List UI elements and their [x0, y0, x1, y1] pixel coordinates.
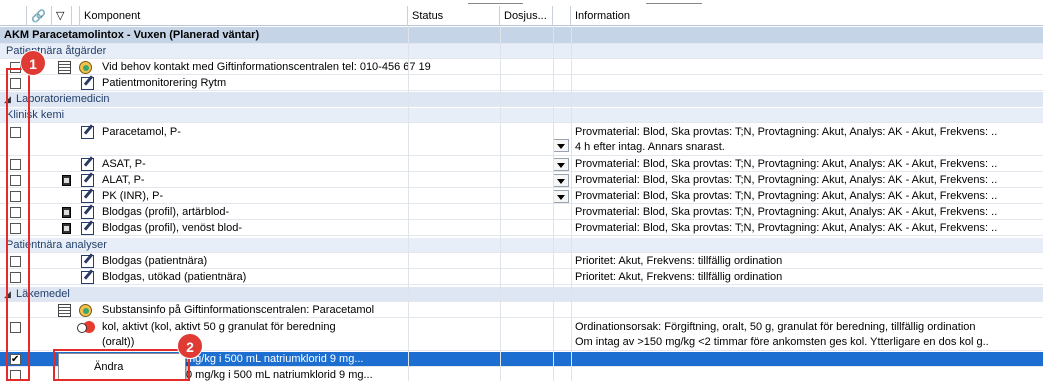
document-icon	[62, 175, 71, 186]
row-info: Ordinationsorsak: Förgiftning, oralt, 50…	[575, 320, 1043, 350]
section-patientnara-analyser[interactable]: Patientnära analyser	[0, 238, 1043, 253]
annotation-badge-1: 1	[20, 50, 46, 76]
row-info: Provmaterial: Blod, Ska provtas: T;N, Pr…	[575, 222, 998, 234]
header-checkbox-col[interactable]	[0, 6, 27, 26]
list-item[interactable]: PK (INR), P- Provmaterial: Blod, Ska pro…	[0, 189, 1043, 204]
row-label: ALAT, P-	[102, 174, 145, 186]
grid-header: 🔗 ▽ Komponent Status Dosjus... Informati…	[0, 6, 1043, 26]
dosjus-dropdown[interactable]	[553, 190, 569, 203]
row-label: Substansinfo på Giftinformationscentrale…	[102, 304, 375, 316]
section-label: Laboratoriemedicin	[16, 93, 110, 105]
section-laboratoriemedicin[interactable]: ◢ Laboratoriemedicin	[0, 92, 1043, 107]
column-divider	[571, 26, 572, 381]
info-line: Ordinationsorsak: Förgiftning, oralt, 50…	[575, 321, 976, 333]
order-icon	[81, 255, 94, 268]
document-icon	[62, 207, 71, 218]
filter-icon[interactable]: ▽	[52, 6, 72, 26]
list-icon	[58, 61, 71, 74]
section-klinisk-kemi[interactable]: Klinisk kemi	[0, 108, 1043, 123]
row-info: Provmaterial: Blod, Ska provtas: T;N, Pr…	[575, 206, 998, 218]
row-info: Prioritet: Akut, Frekvens: tillfällig or…	[575, 271, 783, 283]
info-line: Provmaterial: Blod, Ska provtas: T;N, Pr…	[575, 126, 998, 138]
info-line: Om intag av >150 mg/kg <2 timmar före an…	[575, 336, 989, 348]
column-divider	[408, 26, 409, 381]
row-label: Blodgas (profil), venöst blod-	[102, 222, 243, 234]
label-line: (oralt))	[102, 336, 135, 348]
group-row-akm[interactable]: AKM Paracetamolintox - Vuxen (Planerad v…	[0, 27, 1043, 44]
order-grid: 🔗 ▽ Komponent Status Dosjus... Informati…	[0, 0, 1043, 381]
order-icon	[81, 126, 94, 139]
row-info: Prioritet: Akut, Frekvens: tillfällig or…	[575, 255, 783, 267]
document-icon	[62, 223, 71, 234]
list-item[interactable]: kol, aktivt (kol, aktivt 50 g granulat f…	[0, 319, 1043, 351]
order-icon	[81, 206, 94, 219]
strip-mark	[646, 3, 702, 4]
dosjus-dropdown[interactable]	[553, 158, 569, 171]
list-item[interactable]: Paracetamol, P- Provmaterial: Blod, Ska …	[0, 124, 1043, 156]
medication-icon	[77, 321, 95, 333]
order-icon	[81, 77, 94, 90]
row-info: Provmaterial: Blod, Ska provtas: T;N, Pr…	[575, 158, 998, 170]
row-label: PK (INR), P-	[102, 190, 164, 202]
column-header-komponent[interactable]: Komponent	[80, 6, 408, 26]
list-item[interactable]: Substansinfo på Giftinformationscentrale…	[0, 303, 1043, 318]
row-label: Blodgas (profil), artärblod-	[102, 206, 230, 218]
order-icon	[81, 190, 94, 203]
column-divider	[500, 26, 501, 381]
row-info: Provmaterial: Blod, Ska provtas: T;N, Pr…	[575, 190, 998, 202]
row-label: Blodgas (patientnära)	[102, 255, 208, 267]
row-label: kol, aktivt (kol, aktivt 50 g granulat f…	[102, 320, 336, 350]
group-title: AKM Paracetamolintox - Vuxen (Planerad v…	[4, 29, 260, 41]
column-divider	[553, 26, 554, 381]
row-label: Patientmonitorering Rytm	[102, 77, 227, 89]
order-icon	[81, 271, 94, 284]
label-line: kol, aktivt (kol, aktivt 50 g granulat f…	[102, 321, 336, 333]
list-item[interactable]: Blodgas (profil), venöst blod- Provmater…	[0, 221, 1043, 236]
row-label: Vid behov kontakt med Giftinformationsce…	[102, 61, 431, 73]
list-icon	[58, 304, 71, 317]
column-header-status[interactable]: Status	[408, 6, 500, 26]
row-label: Paracetamol, P-	[102, 126, 181, 138]
link-icon[interactable]: 🔗	[27, 6, 52, 26]
header-spacer	[553, 6, 571, 26]
column-header-dosjus[interactable]: Dosjus...	[500, 6, 553, 26]
annotation-highlight-menu	[53, 349, 190, 381]
row-info: Provmaterial: Blod, Ska provtas: T;N, Pr…	[575, 125, 1043, 155]
instruction-icon	[79, 304, 92, 317]
header-spacer	[72, 6, 80, 26]
info-line: 4 h efter intag. Annars snarast.	[575, 141, 725, 153]
row-label: 0 mg/kg i 500 mL natriumklorid 9 mg...	[186, 369, 373, 381]
order-icon	[81, 158, 94, 171]
section-patientnara-atgarder[interactable]: Patientnära åtgärder	[0, 44, 1043, 59]
list-item[interactable]: Blodgas, utökad (patientnära) Prioritet:…	[0, 270, 1043, 285]
row-label: mg/kg i 500 mL natriumklorid 9 mg...	[186, 353, 364, 365]
list-item[interactable]: Blodgas (profil), artärblod- Provmateria…	[0, 205, 1043, 220]
order-icon	[81, 222, 94, 235]
strip-mark	[468, 3, 523, 4]
list-item[interactable]: Vid behov kontakt med Giftinformationsce…	[0, 60, 1043, 75]
list-item[interactable]: ALAT, P- Provmaterial: Blod, Ska provtas…	[0, 173, 1043, 188]
annotation-badge-2: 2	[177, 333, 203, 359]
list-item[interactable]: Blodgas (patientnära) Prioritet: Akut, F…	[0, 254, 1043, 269]
order-icon	[81, 174, 94, 187]
dosjus-dropdown[interactable]	[553, 139, 569, 152]
annotation-highlight-checkboxes	[6, 68, 30, 381]
row-label: Blodgas, utökad (patientnära)	[102, 271, 247, 283]
column-header-information[interactable]: Information	[571, 6, 1043, 26]
row-label: ASAT, P-	[102, 158, 146, 170]
row-info: Provmaterial: Blod, Ska provtas: T;N, Pr…	[575, 174, 998, 186]
section-lakemedel[interactable]: ◢ Läkemedel	[0, 287, 1043, 302]
list-item[interactable]: ASAT, P- Provmaterial: Blod, Ska provtas…	[0, 157, 1043, 172]
instruction-icon	[79, 61, 92, 74]
list-item[interactable]: Patientmonitorering Rytm	[0, 76, 1043, 91]
dosjus-dropdown[interactable]	[553, 174, 569, 187]
